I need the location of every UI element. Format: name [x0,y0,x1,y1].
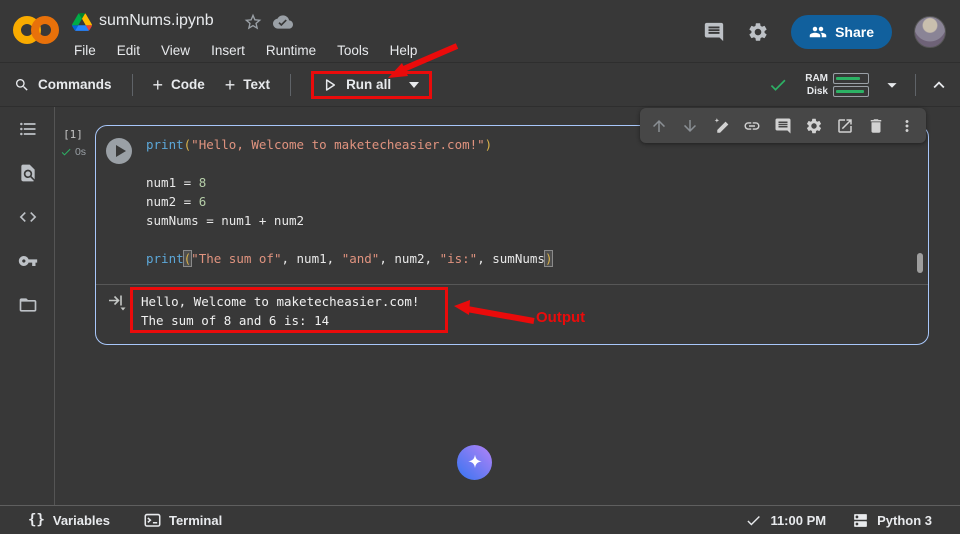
ram-gauge[interactable] [833,73,869,84]
star-icon[interactable] [243,12,263,32]
status-bar: {} Variables Terminal 11:00 PM Python 3 [0,505,960,534]
collapse-header-icon[interactable] [928,74,950,96]
play-outline-icon [322,77,338,93]
ram-gauge-fill [836,77,860,80]
menu-file[interactable]: File [72,41,98,60]
run-all-label: Run all [346,77,391,92]
cell-scrollbar-thumb[interactable] [917,253,923,273]
code-icon [18,207,38,227]
output-annotation-label: Output [536,309,585,326]
resource-gauges[interactable]: RAM Disk [800,73,869,97]
cell-success-check-icon [60,146,72,158]
comments-icon[interactable] [703,21,725,43]
terminal-button[interactable]: Terminal [144,512,222,529]
sidebar-item-find-replace[interactable] [0,151,55,195]
colab-ring-right [31,16,59,44]
code-lines[interactable]: print("Hello, Welcome to maketecheasier.… [146,135,908,268]
list-icon [18,119,38,139]
comment-icon[interactable] [774,117,792,135]
cell-gutter: [1] 0s [55,128,91,158]
execution-time: 0s [75,146,86,158]
commands-label: Commands [38,77,112,92]
play-icon [116,145,126,157]
people-icon [809,23,827,41]
share-button[interactable]: Share [791,15,892,49]
terminal-icon [144,512,161,529]
run-all-button[interactable]: Run all [322,77,419,93]
toolbar-divider [915,74,916,96]
sidebar-item-secrets[interactable] [0,239,55,283]
add-code-button[interactable]: + Code [153,77,205,93]
share-button-label: Share [835,24,874,40]
menu-tools[interactable]: Tools [335,41,371,60]
cloud-saved-icon[interactable] [272,12,294,32]
menu-view[interactable]: View [159,41,192,60]
cell-settings-gear-icon[interactable] [805,117,823,135]
menu-runtime[interactable]: Runtime [264,41,318,60]
output-options-icon[interactable] [107,292,127,312]
notebook-toolbar: Commands + Code + Text Run all [0,63,960,107]
add-text-button[interactable]: + Text [225,77,270,93]
magic-wand-icon[interactable] [712,117,730,135]
resources-dropdown-icon[interactable] [881,74,903,96]
menu-insert[interactable]: Insert [209,41,247,60]
code-cell: print("Hello, Welcome to maketecheasier.… [95,125,929,345]
kernel-selector[interactable]: Python 3 [852,512,932,529]
add-code-label: Code [171,77,205,92]
find-in-page-icon [18,163,38,183]
kernel-label: Python 3 [877,513,932,528]
toolbar-divider [132,74,133,96]
folder-icon [18,295,38,315]
output-text: Hello, Welcome to maketecheasier.com!The… [141,292,419,330]
run-all-annotation-box: Run all [311,71,432,99]
disk-gauge[interactable] [833,86,869,97]
sparkle-icon [465,453,485,473]
menubar: File Edit View Insert Runtime Tools Help [72,41,419,60]
gemini-spark-button[interactable] [457,445,492,480]
commands-button[interactable]: Commands [14,77,112,93]
add-text-label: Text [243,77,270,92]
variables-label: Variables [53,513,110,528]
plus-icon: + [153,77,164,93]
key-icon [18,251,38,271]
user-avatar[interactable] [914,16,946,48]
settings-gear-icon[interactable] [747,21,769,43]
toolbar-divider [290,74,291,96]
execution-count: [1] [55,128,91,141]
run-cell-button[interactable] [106,138,132,164]
menu-help[interactable]: Help [388,41,420,60]
run-all-dropdown-icon[interactable] [409,82,419,88]
delete-cell-icon[interactable] [867,117,885,135]
move-cell-down-icon[interactable] [681,117,699,135]
colab-logo-icon[interactable] [13,13,59,47]
plus-icon: + [225,77,236,93]
disk-gauge-fill [836,90,864,93]
notebook-title[interactable]: sumNums.ipynb [99,12,214,30]
sidebar-item-table-of-contents[interactable] [0,107,55,151]
sidebar-item-files[interactable] [0,283,55,327]
cell-output-divider [96,284,928,285]
search-icon [14,77,30,93]
braces-icon: {} [28,512,45,528]
mirror-cell-in-tab-icon[interactable] [836,117,854,135]
app-header: sumNums.ipynb File Edit View Insert Runt… [0,0,960,63]
variables-button[interactable]: {} Variables [28,512,110,528]
google-drive-icon [72,13,92,31]
output-annotation-box: Hello, Welcome to maketecheasier.com!The… [130,287,448,333]
runtime-stack-icon [852,512,869,529]
terminal-label: Terminal [169,513,222,528]
more-vert-icon[interactable] [898,117,916,135]
move-cell-up-icon[interactable] [650,117,668,135]
time-label: 11:00 PM [770,513,826,528]
sidebar-item-code-snippets[interactable] [0,195,55,239]
cell-toolbar [640,108,926,143]
check-icon [745,512,762,529]
runtime-connected-check-icon [768,75,788,95]
last-executed-time: 11:00 PM [745,512,826,529]
left-sidebar [0,107,55,505]
disk-label: Disk [800,86,828,97]
link-icon[interactable] [743,117,761,135]
menu-edit[interactable]: Edit [115,41,142,60]
ram-label: RAM [800,73,828,84]
